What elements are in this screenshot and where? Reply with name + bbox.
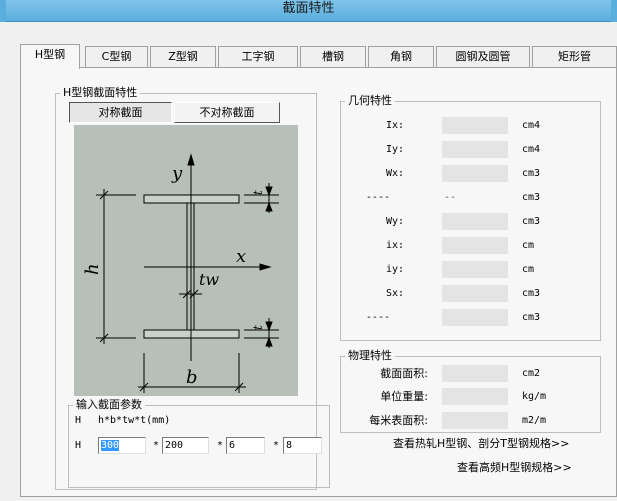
y-axis-arrow bbox=[187, 153, 195, 166]
t-top-arrow-1 bbox=[265, 186, 273, 197]
hot-rolled-spec-link[interactable]: 查看热轧H型钢、剖分T型钢规格>> bbox=[393, 437, 569, 451]
tw-label: tw bbox=[199, 270, 219, 289]
geometry-label: Wx: bbox=[385, 168, 404, 179]
geometry-value bbox=[442, 117, 508, 134]
geometry-unit: cm3 bbox=[522, 192, 541, 203]
physical-row-surface: 每米表面积: m2/m bbox=[340, 412, 601, 429]
separator-2: * bbox=[217, 440, 224, 451]
x-axis-label: x bbox=[236, 246, 246, 267]
h-input[interactable]: 300 bbox=[98, 437, 146, 454]
physical-value bbox=[442, 365, 508, 382]
geometry-label: Iy: bbox=[385, 144, 404, 155]
title-bar: 截面特性 bbox=[0, 0, 617, 22]
tab-channel[interactable]: 槽钢 bbox=[300, 46, 366, 68]
geometry-value bbox=[442, 309, 508, 326]
window-title: 截面特性 bbox=[282, 1, 335, 16]
geometry-row-iy-radius: iy: cm bbox=[340, 261, 601, 278]
title-bar-right-edge bbox=[611, 0, 617, 22]
geometry-row-sx: Sx: cm3 bbox=[340, 285, 601, 302]
geometry-value bbox=[442, 165, 508, 182]
geometry-row-ix: Ix: cm4 bbox=[340, 117, 601, 134]
geometry-value bbox=[442, 237, 508, 254]
geometry-label: ix: bbox=[385, 240, 404, 251]
geometry-value bbox=[442, 261, 508, 278]
physical-unit: m2/m bbox=[522, 415, 547, 426]
geometry-unit: cm3 bbox=[522, 288, 541, 299]
y-axis-label: y bbox=[171, 163, 183, 184]
tab-rect-tube[interactable]: 矩形管 bbox=[532, 46, 617, 68]
separator-3: * bbox=[273, 440, 280, 451]
h-section-diagram: y x tw b h t t bbox=[74, 125, 298, 396]
geometry-value bbox=[442, 285, 508, 302]
geometry-label: Ix: bbox=[385, 120, 404, 131]
t-bot-arrow-2 bbox=[265, 336, 273, 347]
tab-i-beam[interactable]: 工字钢 bbox=[218, 46, 298, 68]
physical-label: 每米表面积: bbox=[369, 414, 428, 427]
geometry-unit: cm3 bbox=[522, 216, 541, 227]
b-label: b bbox=[186, 367, 198, 388]
tab-angle[interactable]: 角钢 bbox=[368, 46, 434, 68]
geometry-label: iy: bbox=[385, 264, 404, 275]
h-input-value: 300 bbox=[101, 440, 120, 451]
physical-label: 截面面积: bbox=[380, 367, 428, 380]
geometry-row-dash-1: ---- -- cm3 bbox=[340, 189, 601, 206]
geometry-label: ---- bbox=[365, 312, 390, 323]
t-input[interactable]: 8 bbox=[283, 437, 322, 454]
geometry-unit: cm3 bbox=[522, 312, 541, 323]
t-top-label: t bbox=[251, 190, 265, 195]
geometry-value bbox=[442, 213, 508, 230]
t-bottom-label: t bbox=[251, 325, 265, 330]
geometry-unit: cm3 bbox=[522, 168, 541, 179]
geometry-unit: cm bbox=[522, 264, 535, 275]
geometry-group-title: 几何特性 bbox=[345, 94, 395, 108]
physical-unit: cm2 bbox=[522, 368, 541, 379]
physical-label: 单位重量: bbox=[380, 390, 428, 403]
geometry-unit: cm bbox=[522, 240, 535, 251]
geometry-value: -- bbox=[444, 192, 457, 203]
input-group-title: 输入截面参数 bbox=[73, 398, 145, 412]
physical-value bbox=[442, 388, 508, 405]
geometry-label: Sx: bbox=[385, 288, 404, 299]
symmetric-section-button[interactable]: 对称截面 bbox=[69, 102, 172, 123]
format-key: H bbox=[75, 415, 82, 426]
b-input[interactable]: 200 bbox=[162, 437, 209, 454]
geometry-label: Wy: bbox=[385, 216, 404, 227]
input-row-label: H bbox=[75, 440, 82, 451]
physical-row-area: 截面面积: cm2 bbox=[340, 365, 601, 382]
high-freq-spec-link[interactable]: 查看高频H型钢规格>> bbox=[457, 461, 572, 475]
geometry-label: ---- bbox=[365, 192, 390, 203]
physical-row-weight: 单位重量: kg/m bbox=[340, 388, 601, 405]
tw-input[interactable]: 6 bbox=[226, 437, 265, 454]
physical-unit: kg/m bbox=[522, 391, 547, 402]
geometry-row-dash-2: ---- cm3 bbox=[340, 309, 601, 326]
tab-z-steel[interactable]: Z型钢 bbox=[150, 46, 216, 68]
h-section-svg: y x tw b h t t bbox=[82, 153, 279, 393]
tab-c-steel[interactable]: C型钢 bbox=[85, 46, 148, 68]
x-axis-arrow bbox=[259, 263, 272, 271]
geometry-value bbox=[442, 141, 508, 158]
h-label: h bbox=[82, 263, 103, 275]
physical-value bbox=[442, 412, 508, 429]
geometry-unit: cm4 bbox=[522, 144, 541, 155]
tab-h-steel[interactable]: H型钢 bbox=[20, 44, 80, 69]
geometry-row-wx: Wx: cm3 bbox=[340, 165, 601, 182]
geometry-row-wy: Wy: cm3 bbox=[340, 213, 601, 230]
section-group-title: H型钢截面特性 bbox=[60, 86, 141, 100]
t-top-arrow-2 bbox=[265, 201, 273, 212]
geometry-row-iy: Iy: cm4 bbox=[340, 141, 601, 158]
physical-group-title: 物理特性 bbox=[345, 349, 395, 363]
format-text: h*b*tw*t(mm) bbox=[98, 415, 171, 426]
asymmetric-section-button[interactable]: 不对称截面 bbox=[174, 102, 280, 123]
t-bot-arrow-1 bbox=[265, 321, 273, 332]
tab-round-steel-pipe[interactable]: 圆钢及圆管 bbox=[436, 46, 530, 68]
separator-1: * bbox=[153, 440, 160, 451]
geometry-row-ix-radius: ix: cm bbox=[340, 237, 601, 254]
geometry-unit: cm4 bbox=[522, 120, 541, 131]
